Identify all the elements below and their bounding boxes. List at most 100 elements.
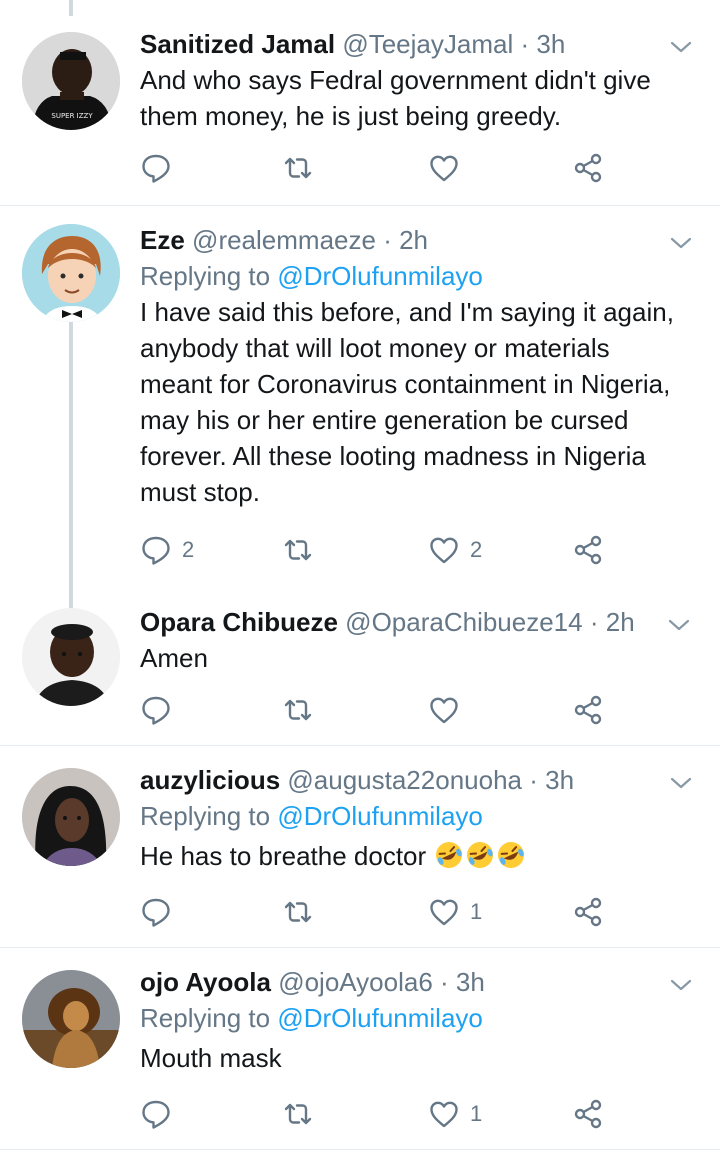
chevron-down-icon[interactable] <box>668 972 694 998</box>
rolling-laughing-emoji-icon <box>498 842 525 868</box>
like-button[interactable]: 1 <box>428 894 482 930</box>
action-bar <box>140 150 620 186</box>
user-handle[interactable]: @realemmaeze <box>192 225 376 255</box>
tweet-text-line: must stop. <box>140 477 260 507</box>
tweet-text: Amen <box>140 640 690 676</box>
timestamp[interactable]: 3h <box>536 29 565 59</box>
retweet-icon <box>284 157 312 179</box>
like-count: 2 <box>470 537 483 562</box>
tweet-text-line: anybody that will loot money or material… <box>140 333 610 363</box>
separator-dot: · <box>529 765 538 795</box>
share-icon <box>574 153 602 183</box>
action-bar: 2 2 <box>140 532 620 568</box>
action-bar <box>140 692 620 728</box>
like-button[interactable] <box>428 150 470 186</box>
action-bar: 1 <box>140 1096 620 1132</box>
replying-to: Replying to @DrOlufunmilayo <box>140 798 690 834</box>
tweet-text-line: forever. All these looting madness in Ni… <box>140 441 646 471</box>
tweet[interactable]: Opara Chibueze @OparaChibueze14 · 2h Ame… <box>0 602 720 746</box>
tweet-text-line: them money, he is just being greedy. <box>140 101 562 131</box>
reply-button[interactable]: 2 <box>140 532 194 568</box>
tweet-text-line: He has to breathe doctor <box>140 841 427 871</box>
like-button[interactable]: 1 <box>428 1096 482 1132</box>
chevron-down-icon[interactable] <box>668 34 694 60</box>
share-button[interactable] <box>572 150 604 186</box>
avatar[interactable] <box>22 768 120 866</box>
share-button[interactable] <box>572 894 604 930</box>
avatar[interactable]: SUPER IZZY <box>22 32 120 130</box>
tweet-text-line: I have said this before, and I'm saying … <box>140 297 674 327</box>
share-button[interactable] <box>572 692 604 728</box>
tweet-text: And who says Fedral government didn't gi… <box>140 62 690 134</box>
user-handle[interactable]: @TeejayJamal <box>342 29 513 59</box>
chevron-down-icon[interactable] <box>668 230 694 256</box>
like-icon <box>430 899 458 926</box>
share-icon <box>574 1099 602 1129</box>
reply-button[interactable] <box>140 894 182 930</box>
tweet[interactable]: SUPER IZZY Sanitized Jamal @TeejayJamal … <box>0 0 720 206</box>
like-count: 1 <box>470 899 483 924</box>
action-bar: 1 <box>140 894 620 930</box>
rolling-laughing-emoji-icon <box>436 842 463 868</box>
mention-link[interactable]: @DrOlufunmilayo <box>277 1003 483 1033</box>
tweet-header: Opara Chibueze @OparaChibueze14 · 2h <box>140 604 690 640</box>
reply-icon <box>142 1100 170 1129</box>
user-handle[interactable]: @OparaChibueze14 <box>345 607 582 637</box>
reply-feed: SUPER IZZY Sanitized Jamal @TeejayJamal … <box>0 0 720 1158</box>
display-name[interactable]: auzylicious <box>140 765 280 795</box>
retweet-button[interactable] <box>282 894 324 930</box>
reply-icon <box>142 898 170 927</box>
display-name[interactable]: Opara Chibueze <box>140 607 338 637</box>
like-button[interactable]: 2 <box>428 532 482 568</box>
reply-button[interactable] <box>140 692 182 728</box>
tweet[interactable]: auzylicious @augusta22onuoha · 3h Replyi… <box>0 746 720 948</box>
avatar[interactable] <box>22 970 120 1068</box>
chevron-down-icon[interactable] <box>668 770 694 796</box>
tweet[interactable]: Eze @realemmaeze · 2h Replying to @DrOlu… <box>0 206 720 602</box>
display-name[interactable]: Sanitized Jamal <box>140 29 335 59</box>
display-name[interactable]: ojo Ayoola <box>140 967 271 997</box>
tweet-text-line: may his or her entire generation be curs… <box>140 405 629 435</box>
separator-dot: · <box>383 225 392 255</box>
svg-text:SUPER IZZY: SUPER IZZY <box>51 112 93 120</box>
user-handle[interactable]: @augusta22onuoha <box>287 765 522 795</box>
avatar[interactable] <box>22 608 120 706</box>
replying-to: Replying to @DrOlufunmilayo <box>140 1000 690 1036</box>
mention-link[interactable]: @DrOlufunmilayo <box>277 801 483 831</box>
retweet-icon <box>284 699 312 721</box>
retweet-icon <box>284 539 312 561</box>
retweet-button[interactable] <box>282 1096 324 1132</box>
user-handle[interactable]: @ojoAyoola6 <box>278 967 433 997</box>
retweet-icon <box>284 1103 312 1125</box>
share-button[interactable] <box>572 532 604 568</box>
mention-link[interactable]: @DrOlufunmilayo <box>277 261 483 291</box>
tweet[interactable]: ojo Ayoola @ojoAyoola6 · 3h Replying to … <box>0 948 720 1150</box>
reply-button[interactable] <box>140 150 182 186</box>
rolling-laughing-emoji-icon <box>467 842 494 868</box>
timestamp[interactable]: 3h <box>545 765 574 795</box>
replying-to: Replying to @DrOlufunmilayo <box>140 258 690 294</box>
chevron-down-icon[interactable] <box>666 612 692 638</box>
timestamp[interactable]: 2h <box>606 607 635 637</box>
retweet-button[interactable] <box>282 532 324 568</box>
retweet-button[interactable] <box>282 692 324 728</box>
display-name[interactable]: Eze <box>140 225 185 255</box>
reply-button[interactable] <box>140 1096 182 1132</box>
like-button[interactable] <box>428 692 470 728</box>
timestamp[interactable]: 2h <box>399 225 428 255</box>
tweet-header: Eze @realemmaeze · 2h <box>140 222 690 258</box>
tweet-header: ojo Ayoola @ojoAyoola6 · 3h <box>140 964 690 1000</box>
timestamp[interactable]: 3h <box>456 967 485 997</box>
replying-to-label: Replying to <box>140 1003 271 1033</box>
share-button[interactable] <box>572 1096 604 1132</box>
tweet-text: I have said this before, and I'm saying … <box>140 294 690 510</box>
like-icon <box>430 155 458 182</box>
tweet-text-line: meant for Coronavirus containment in Nig… <box>140 369 671 399</box>
share-icon <box>574 897 602 927</box>
avatar[interactable] <box>22 224 120 322</box>
retweet-button[interactable] <box>282 150 324 186</box>
share-icon <box>574 695 602 725</box>
separator-dot: · <box>520 29 530 59</box>
separator-dot: · <box>440 967 449 997</box>
emoji-group <box>433 841 526 871</box>
